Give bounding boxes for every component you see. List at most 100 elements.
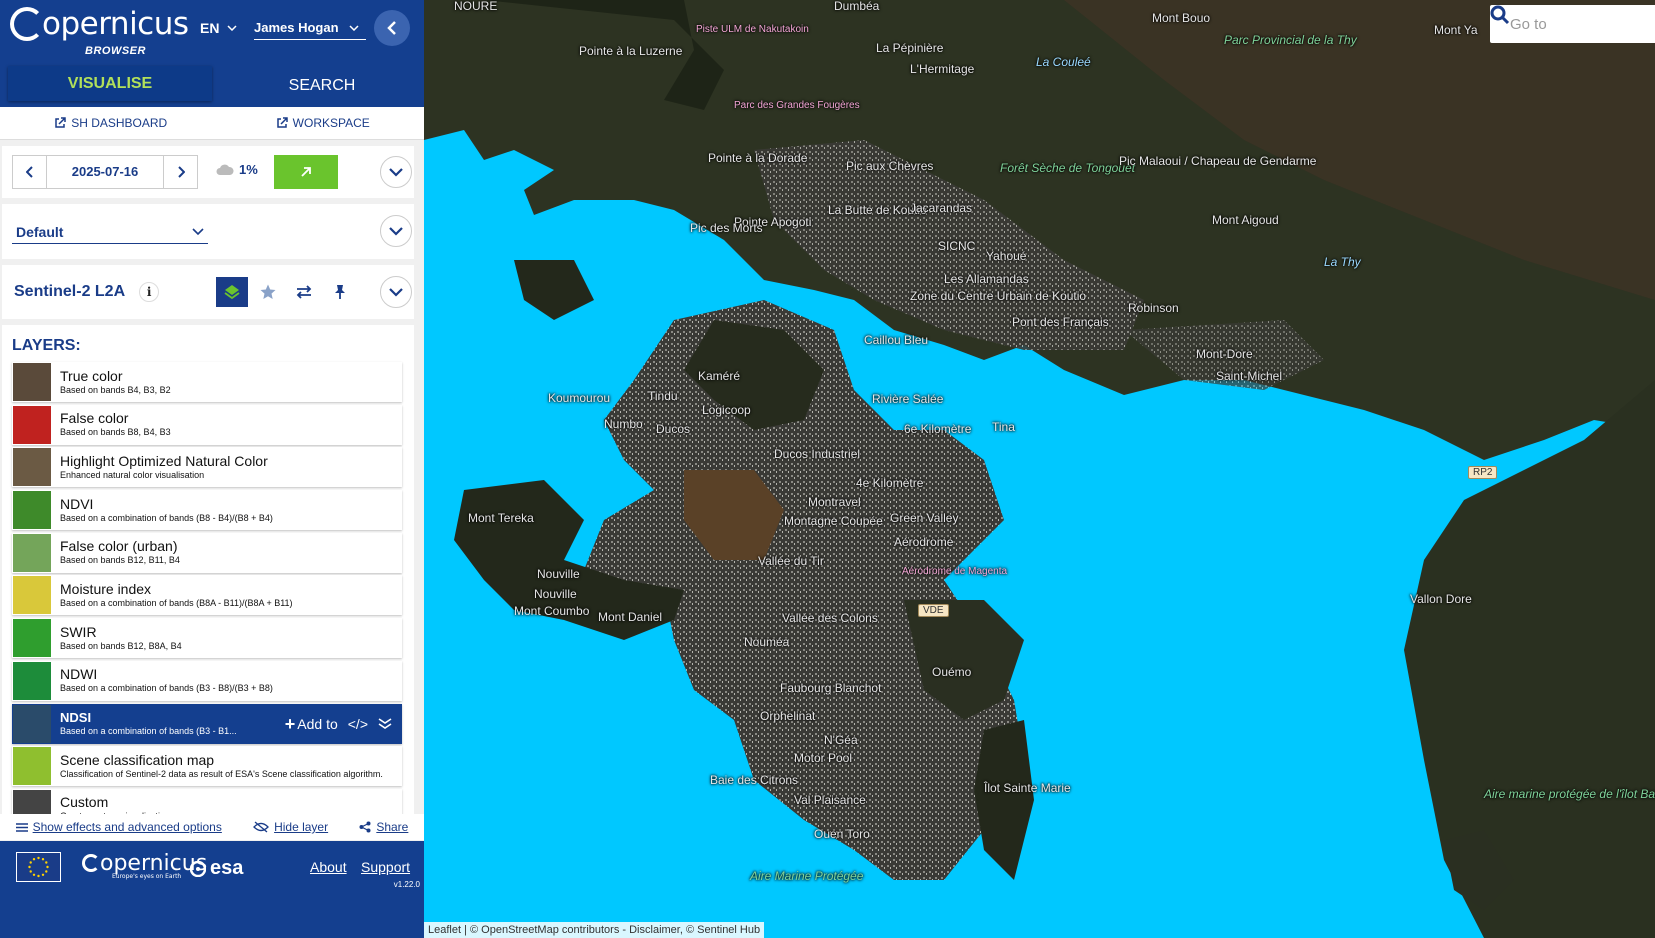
pin-button[interactable]	[324, 277, 356, 307]
hide-layer-link[interactable]: Hide layer	[253, 820, 328, 834]
search-date-button[interactable]	[274, 155, 338, 189]
tab-search[interactable]: SEARCH	[220, 64, 424, 107]
map-place-label: Aérodrome de Magenta	[902, 566, 1008, 577]
layer-thumbnail	[13, 661, 51, 700]
map-place-label: NOURE	[454, 0, 498, 13]
layer-item[interactable]: False color (urban) Based on bands B12, B…	[12, 532, 402, 573]
favorite-button[interactable]	[252, 277, 284, 307]
map-place-label: Aire Marine Protégée	[750, 869, 864, 883]
plus-icon: +	[284, 713, 296, 734]
layer-description: Based on bands B8, B4, B3	[60, 427, 171, 438]
expand-date-panel-button[interactable]	[380, 156, 412, 188]
external-link-icon	[55, 117, 66, 128]
layer-item[interactable]: SWIR Based on bands B12, B8A, B4	[12, 618, 402, 659]
layer-name: Moisture index	[60, 580, 152, 597]
map-place-label: Nouville	[537, 567, 580, 581]
layer-description: Based on a combination of bands (B3 - B8…	[60, 683, 273, 694]
external-link-icon	[276, 117, 288, 128]
previous-date-button[interactable]	[13, 156, 47, 188]
language-selector[interactable]: EN	[200, 20, 237, 36]
date-input[interactable]: 2025-07-16	[47, 156, 163, 188]
tab-visualise[interactable]: VISUALISE	[8, 66, 212, 101]
map-search-box[interactable]: Go to	[1490, 5, 1655, 43]
map-place-label: Mont Ya	[1434, 23, 1478, 37]
map-place-label: Vallée des Colons	[782, 611, 878, 625]
map-place-label: Ouémo	[932, 665, 972, 679]
map-place-label: Aire marine protégée de l'îlot Bailly	[1484, 787, 1655, 801]
layer-item[interactable]: True color Based on bands B4, B3, B2	[12, 362, 402, 402]
expand-theme-panel-button[interactable]	[380, 215, 412, 247]
search-icon	[1490, 5, 1510, 25]
chevron-down-icon	[389, 287, 403, 297]
add-to-button[interactable]: + Add to	[285, 714, 338, 735]
double-chevron-down-icon[interactable]	[378, 718, 392, 730]
map-place-label: Nouméa	[744, 635, 790, 649]
user-menu[interactable]: James Hogan	[254, 20, 366, 40]
hide-layer-label: Hide layer	[274, 820, 329, 834]
sh-dashboard-link[interactable]: SH DASHBOARD	[54, 116, 167, 130]
info-icon[interactable]: i	[139, 282, 160, 302]
map-place-label: Les Allamandas	[944, 272, 1029, 286]
map-place-label: 4e Kilomètre	[856, 476, 924, 490]
collapse-sidebar-button[interactable]	[374, 10, 410, 46]
theme-selected-value: Default	[16, 223, 64, 240]
map-place-label: Pont des Français	[1012, 315, 1109, 329]
eu-flag-logo[interactable]	[16, 852, 61, 882]
theme-select[interactable]: Default	[12, 220, 208, 244]
chevron-down-icon	[192, 227, 204, 235]
layers-button[interactable]	[216, 277, 248, 307]
workspace-link[interactable]: WORKSPACE	[276, 116, 370, 130]
map-place-label: SICNC	[938, 239, 976, 253]
map-place-label: L'Hermitage	[910, 62, 975, 76]
chevron-left-icon	[387, 21, 396, 35]
map-place-label: Ducos	[656, 422, 691, 436]
layer-name: Custom	[60, 794, 109, 811]
esa-logo[interactable]: esa	[190, 857, 243, 880]
map-place-label: Pointe à la Dorade	[708, 151, 808, 165]
layer-item[interactable]: NDWI Based on a combination of bands (B3 …	[12, 660, 402, 701]
support-link[interactable]: Support	[361, 859, 410, 875]
map-place-label: Pointe à la Luzerne	[579, 44, 683, 58]
show-effects-link[interactable]: Show effects and advanced options	[15, 820, 222, 834]
map-place-label: Mont-Dore	[1196, 347, 1253, 361]
layer-thumbnail	[13, 405, 51, 444]
map-place-label: Faubourg Blanchot	[780, 681, 882, 695]
compare-button[interactable]	[288, 277, 320, 307]
map-place-label: Mont Daniel	[598, 610, 663, 624]
layer-item[interactable]: Scene classification map Classification o…	[12, 746, 402, 787]
about-link[interactable]: About	[310, 859, 347, 875]
map-place-label: Piste ULM de Nakutakoin	[696, 24, 809, 35]
map-place-label: Mont Tereka	[468, 511, 534, 525]
copernicus-footer-logo[interactable]: opernicus Europe's eyes on Earth	[82, 851, 207, 880]
layer-thumbnail	[13, 747, 51, 786]
map-place-label: Vallée du Tir	[758, 554, 824, 568]
user-name: James Hogan	[254, 20, 339, 35]
expand-dataset-panel-button[interactable]	[380, 276, 412, 308]
eye-slash-icon	[253, 821, 269, 833]
layer-thumbnail	[13, 363, 51, 401]
map-view[interactable]: NOURE Dumbéa Mont Bouo Mont Ya Parc Provinci…	[424, 0, 1655, 938]
cloud-coverage[interactable]: 1%	[216, 162, 258, 177]
copernicus-browser-logo[interactable]: opernicus BROWSER	[10, 6, 189, 57]
map-place-label: Ducos Industriel	[774, 447, 861, 461]
map-place-label: Montravel	[808, 495, 861, 509]
map-place-label: Tina	[992, 420, 1015, 434]
share-link[interactable]: Share	[359, 820, 408, 834]
layer-item[interactable]: Highlight Optimized Natural Color Enhance…	[12, 447, 402, 488]
layer-description: Based on bands B12, B8A, B4	[60, 640, 182, 651]
map-place-label: Parc des Grandes Fougères	[734, 100, 860, 111]
layer-item[interactable]: Moisture index Based on a combination of …	[12, 575, 402, 616]
chevron-left-icon	[25, 166, 33, 178]
layer-item[interactable]: NDSI Based on a combination of bands (B3 …	[12, 703, 402, 744]
layer-item[interactable]: NDVI Based on a combination of bands (B8 …	[12, 490, 402, 531]
share-label: Share	[376, 820, 409, 834]
layer-item[interactable]: False color Based on bands B8, B4, B3	[12, 404, 402, 445]
code-button[interactable]: </>	[348, 716, 368, 732]
map-place-label: Îlot Sainte Marie	[984, 781, 1071, 795]
external-links: SH DASHBOARD WORKSPACE	[0, 107, 424, 140]
next-date-button[interactable]	[163, 156, 197, 188]
sidebar: opernicus BROWSER EN James Hogan VISUALI…	[0, 0, 424, 938]
layer-name: NDSI	[60, 710, 92, 725]
map-place-label: Dumbéa	[834, 0, 880, 13]
swap-arrows-icon	[296, 285, 312, 299]
